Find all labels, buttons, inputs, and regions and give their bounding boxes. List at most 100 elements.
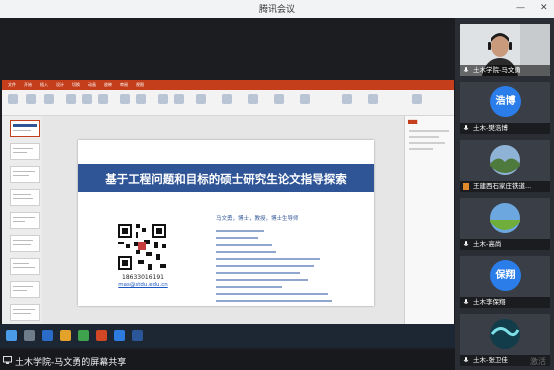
resume-line: [216, 279, 308, 281]
participant-name: 土木-高尚: [460, 239, 550, 250]
microphone-icon: [463, 67, 469, 72]
participant-name: 土木学院-马文勇: [460, 65, 550, 76]
browser-icon[interactable]: [42, 330, 53, 341]
new-slide-icon[interactable]: [26, 94, 36, 104]
slide-title: 基于工程问题和目标的硕士研究生论文指导探索: [105, 172, 347, 186]
tencent-meeting-icon[interactable]: [114, 330, 125, 341]
slide-thumbnail[interactable]: [10, 258, 40, 275]
participant-tile[interactable]: 土木学院-马文勇: [460, 24, 550, 76]
share-icon[interactable]: [412, 94, 422, 104]
slide-thumbnail[interactable]: [10, 304, 40, 321]
resume-line: [216, 258, 320, 260]
microphone-icon: [463, 241, 469, 246]
resume-line: [216, 244, 272, 246]
participant-list: 土木学院-马文勇 浩博 土木-樊浩博 王建西石家庄铁道... 土木-高尚 保翔 …: [455, 18, 554, 370]
bullets-icon[interactable]: [136, 94, 146, 104]
arrange-icon[interactable]: [174, 94, 184, 104]
task-pane: ▇▇▇: [404, 116, 454, 332]
ribbon-tab-bar: 文件 开始 插入 设计 切换 动画 放映 审阅 视图: [2, 80, 454, 90]
shapes-icon[interactable]: [158, 94, 168, 104]
pane-line: [409, 136, 439, 138]
pane-line: [409, 148, 433, 150]
avatar: 保翔: [490, 260, 521, 291]
slide-thumbnail[interactable]: [10, 235, 40, 252]
resume-line: [216, 293, 328, 295]
resume-line: [216, 251, 276, 253]
search-icon[interactable]: [24, 330, 35, 341]
outline-icon[interactable]: [274, 94, 284, 104]
ribbon-tab-slideshow[interactable]: 放映: [104, 82, 112, 88]
user-icon: [463, 183, 469, 190]
fill-icon[interactable]: [248, 94, 258, 104]
italic-icon[interactable]: [82, 94, 92, 104]
resume-line: [216, 300, 332, 302]
style-icon[interactable]: [222, 94, 232, 104]
slide-thumbnail[interactable]: [10, 281, 40, 298]
pane-line: [409, 142, 445, 144]
avatar: 浩博: [490, 86, 521, 117]
resume-line: [216, 272, 300, 274]
minimize-icon[interactable]: —: [516, 3, 525, 13]
microphone-icon: [463, 357, 469, 362]
ribbon-tab-animations[interactable]: 动画: [88, 82, 96, 88]
task-pane-title: ▇▇▇: [408, 119, 418, 124]
powerpoint-window: 文件 开始 插入 设计 切换 动画 放映 审阅 视图 ▇▇▇ 基于工程问题和目标…: [2, 80, 454, 342]
start-icon[interactable]: [6, 330, 17, 341]
windows-taskbar: [0, 324, 455, 348]
pane-line: [409, 130, 449, 132]
ribbon-tab-transitions[interactable]: 切换: [72, 82, 80, 88]
slide-thumbnail[interactable]: [10, 166, 40, 183]
select-icon[interactable]: [368, 94, 378, 104]
qr-code: [116, 222, 168, 272]
align-icon[interactable]: [120, 94, 130, 104]
slide-thumbnail[interactable]: [10, 212, 40, 229]
ribbon-tab-design[interactable]: 设计: [56, 82, 64, 88]
contact-phone: 18633016191: [122, 274, 164, 281]
layout-icon[interactable]: [44, 94, 54, 104]
folder-icon[interactable]: [60, 330, 71, 341]
microphone-icon: [463, 125, 469, 130]
participant-name: 土木李保翔: [460, 297, 550, 308]
microphone-icon: [463, 299, 469, 304]
bold-icon[interactable]: [66, 94, 76, 104]
replace-icon[interactable]: [342, 94, 352, 104]
screen-share-icon: [3, 356, 12, 364]
shared-screen: 文件 开始 插入 设计 切换 动画 放映 审阅 视图 ▇▇▇ 基于工程问题和目标…: [0, 18, 455, 370]
ribbon-tab-insert[interactable]: 插入: [40, 82, 48, 88]
slide-thumbnail[interactable]: [10, 189, 40, 206]
close-icon[interactable]: ✕: [540, 3, 548, 13]
powerpoint-icon[interactable]: [96, 330, 107, 341]
slide-title-banner: 基于工程问题和目标的硕士研究生论文指导探索: [78, 164, 374, 192]
slide-thumbnail[interactable]: [10, 143, 40, 160]
participant-tile[interactable]: 土木-高尚: [460, 198, 550, 250]
resume-line: [216, 230, 264, 232]
ribbon-tab-view[interactable]: 视图: [136, 82, 144, 88]
resume-line: [216, 265, 314, 267]
contact-email[interactable]: mas@stdu.edu.cn: [104, 282, 182, 288]
activation-watermark: 激活: [530, 357, 546, 366]
screen-share-banner: 土木学院-马文勇的屏幕共享: [0, 350, 455, 370]
participant-tile[interactable]: 保翔 土木李保翔: [460, 256, 550, 308]
ribbon-tab-review[interactable]: 审阅: [120, 82, 128, 88]
ribbon-tab-file[interactable]: 文件: [8, 82, 16, 88]
effects-icon[interactable]: [300, 94, 310, 104]
author-line: 马文勇，博士，教授，博士生导师: [216, 216, 299, 222]
participant-tile[interactable]: 王建西石家庄铁道...: [460, 140, 550, 192]
find-icon[interactable]: [196, 94, 206, 104]
ribbon-toolbar: [2, 90, 454, 116]
screen-share-label: 土木学院-马文勇的屏幕共享: [15, 358, 127, 368]
title-bar: 腾讯会议 — ✕: [0, 0, 554, 18]
underline-icon[interactable]: [98, 94, 108, 104]
app-title: 腾讯会议: [258, 5, 295, 15]
wechat-icon[interactable]: [78, 330, 89, 341]
word-icon[interactable]: [132, 330, 143, 341]
slide-thumbnail-pane: [2, 116, 42, 332]
participant-tile[interactable]: 浩博 土木-樊浩博: [460, 82, 550, 134]
paste-icon[interactable]: [8, 94, 18, 104]
current-slide: 基于工程问题和目标的硕士研究生论文指导探索 18633016191 mas@st…: [78, 140, 374, 306]
resume-line: [216, 237, 258, 239]
resume-line: [216, 286, 282, 288]
slide-thumbnail[interactable]: [10, 120, 40, 137]
participant-name: 王建西石家庄铁道...: [460, 181, 550, 192]
ribbon-tab-home[interactable]: 开始: [24, 82, 32, 88]
